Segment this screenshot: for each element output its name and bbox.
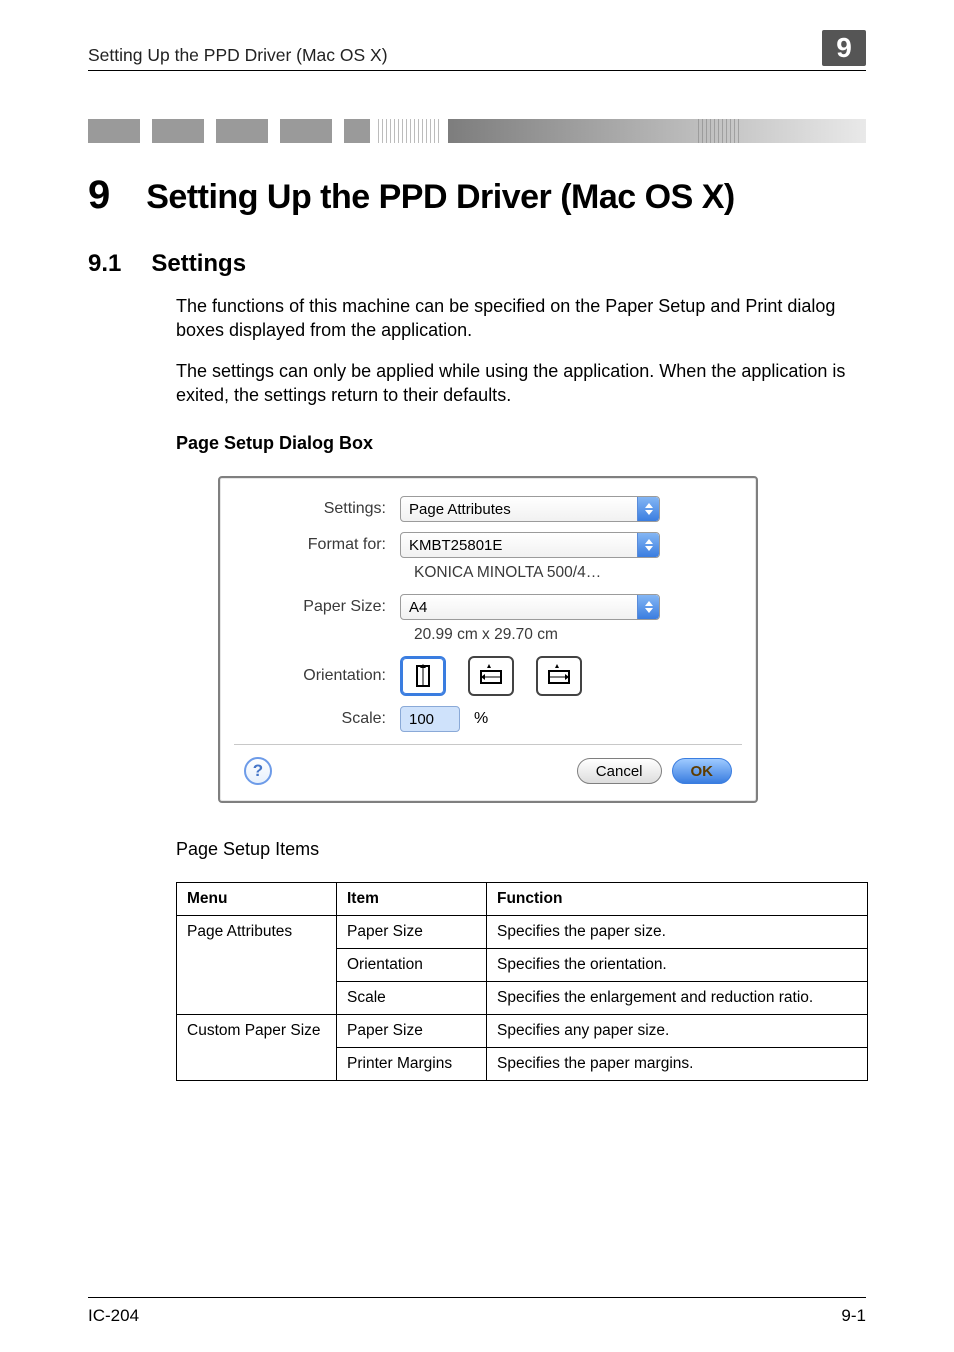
input-scale-value: 100: [409, 711, 434, 728]
chapter-title: Setting Up the PPD Driver (Mac OS X): [146, 178, 734, 217]
page-setup-dialog: Settings: Page Attributes Format for: KM…: [218, 476, 758, 803]
help-button[interactable]: ?: [244, 757, 272, 785]
body-paragraph-2: The settings can only be applied while u…: [176, 359, 866, 408]
table-row: Scale Specifies the enlargement and redu…: [177, 982, 868, 1015]
table-row: Custom Paper Size Paper Size Specifies a…: [177, 1015, 868, 1048]
cell-menu: [177, 982, 337, 1015]
label-scale-unit: %: [474, 710, 488, 728]
caret-icon: [637, 595, 659, 619]
select-format-for[interactable]: KMBT25801E: [400, 532, 660, 558]
cell-menu: Custom Paper Size: [177, 1015, 337, 1048]
section-number: 9.1: [88, 250, 121, 278]
col-menu: Menu: [177, 883, 337, 916]
decorative-bar: [88, 119, 866, 143]
cell-menu: [177, 949, 337, 982]
label-settings: Settings:: [244, 500, 400, 518]
cell-item: Orientation: [337, 949, 487, 982]
running-header-text: Setting Up the PPD Driver (Mac OS X): [88, 45, 388, 66]
body-paragraph-1: The functions of this machine can be spe…: [176, 294, 866, 343]
label-orientation: Orientation:: [244, 667, 400, 685]
caret-icon: [637, 533, 659, 557]
subheading-dialog: Page Setup Dialog Box: [176, 433, 866, 454]
ok-button[interactable]: OK: [672, 758, 733, 784]
cell-func: Specifies the enlargement and reduction …: [487, 982, 868, 1015]
orientation-landscape-right[interactable]: [536, 656, 582, 696]
cell-item: Scale: [337, 982, 487, 1015]
orientation-portrait[interactable]: [400, 656, 446, 696]
footer-right: 9-1: [841, 1306, 866, 1326]
table-header-row: Menu Item Function: [177, 883, 868, 916]
header-rule: [88, 70, 866, 71]
label-scale: Scale:: [244, 710, 400, 728]
dialog-separator: [234, 744, 742, 745]
landscape-right-icon: [547, 662, 571, 690]
select-paper-size[interactable]: A4: [400, 594, 660, 620]
running-header-chapnum: 9: [822, 30, 866, 66]
footer-left: IC-204: [88, 1306, 139, 1326]
portrait-icon: [411, 662, 435, 690]
input-scale[interactable]: 100: [400, 706, 460, 732]
landscape-left-icon: [479, 662, 503, 690]
select-settings[interactable]: Page Attributes: [400, 496, 660, 522]
page-setup-items-table: Menu Item Function Page Attributes Paper…: [176, 882, 868, 1081]
section-title: Settings: [151, 250, 246, 278]
cell-menu: [177, 1048, 337, 1081]
table-row: Page Attributes Paper Size Specifies the…: [177, 916, 868, 949]
footer-rule: [88, 1297, 866, 1298]
select-paper-size-value: A4: [409, 599, 427, 616]
chapter-number: 9: [88, 173, 110, 218]
orientation-landscape-left[interactable]: [468, 656, 514, 696]
caret-icon: [637, 497, 659, 521]
col-func: Function: [487, 883, 868, 916]
label-format-for-desc: KONICA MINOLTA 500/4…: [414, 564, 732, 582]
cell-func: Specifies the orientation.: [487, 949, 868, 982]
table-row: Orientation Specifies the orientation.: [177, 949, 868, 982]
subheading-table: Page Setup Items: [176, 839, 866, 860]
cell-item: Paper Size: [337, 1015, 487, 1048]
label-format-for: Format for:: [244, 536, 400, 554]
cell-func: Specifies the paper margins.: [487, 1048, 868, 1081]
cell-menu: Page Attributes: [177, 916, 337, 949]
col-item: Item: [337, 883, 487, 916]
cell-item: Paper Size: [337, 916, 487, 949]
cancel-button[interactable]: Cancel: [577, 758, 662, 784]
cell-func: Specifies any paper size.: [487, 1015, 868, 1048]
table-row: Printer Margins Specifies the paper marg…: [177, 1048, 868, 1081]
select-format-for-value: KMBT25801E: [409, 537, 502, 554]
cell-item: Printer Margins: [337, 1048, 487, 1081]
select-settings-value: Page Attributes: [409, 501, 511, 518]
label-paper-size: Paper Size:: [244, 598, 400, 616]
cell-func: Specifies the paper size.: [487, 916, 868, 949]
label-paper-dims: 20.99 cm x 29.70 cm: [414, 626, 732, 644]
